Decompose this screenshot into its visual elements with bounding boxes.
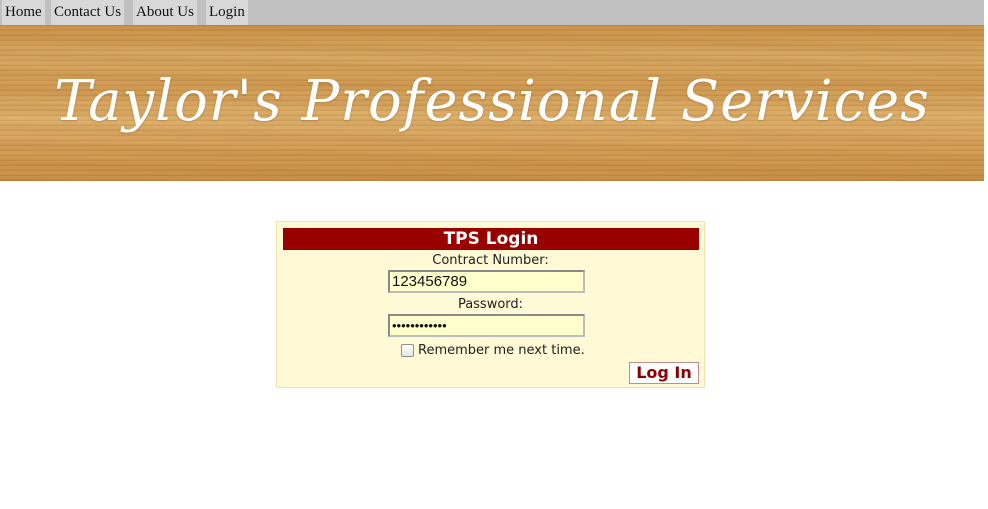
nav-home-link[interactable]: Home <box>2 0 45 25</box>
nav-about-us-link[interactable]: About Us <box>133 0 197 25</box>
nav-login-link[interactable]: Login <box>206 0 248 25</box>
password-label: Password: <box>457 297 524 312</box>
site-title: Taylor's Professional Services <box>54 69 930 134</box>
password-input[interactable] <box>388 314 585 337</box>
login-header: TPS Login <box>283 228 699 250</box>
login-form: TPS Login Contract Number: Password: Rem… <box>276 221 705 388</box>
contract-number-label: Contract Number: <box>432 253 549 268</box>
top-navigation: Home Contact Us About Us Login <box>0 0 984 25</box>
remember-me-label[interactable]: Remember me next time. <box>418 343 585 358</box>
log-in-button[interactable]: Log In <box>629 362 699 384</box>
site-banner: Taylor's Professional Services <box>0 25 984 181</box>
nav-contact-us-link[interactable]: Contact Us <box>51 0 125 25</box>
remember-me-checkbox[interactable] <box>401 344 414 357</box>
contract-number-input[interactable] <box>388 270 585 293</box>
